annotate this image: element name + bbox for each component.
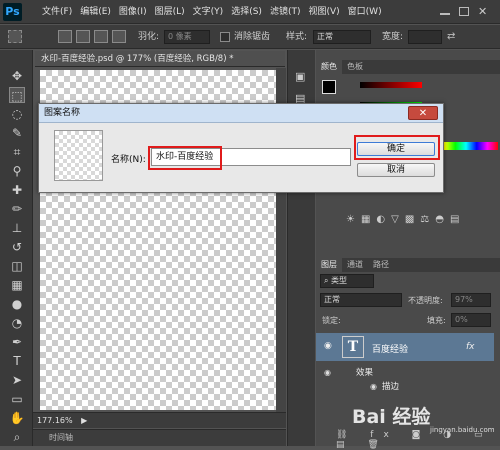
status-arrow-icon[interactable]: ▶ [81, 416, 87, 425]
antialias-label: 消除锯齿 [234, 32, 271, 42]
menu-item[interactable]: 窗口(W) [344, 0, 386, 24]
cancel-button[interactable]: 取消 [357, 163, 435, 177]
search-icon: ⌕ [324, 276, 332, 285]
antialias-checkbox[interactable] [220, 32, 230, 42]
red-slider[interactable] [360, 82, 422, 88]
type-tool-icon[interactable]: T [9, 353, 25, 369]
quick-select-icon[interactable]: ✎ [9, 125, 25, 141]
foreground-color[interactable] [322, 80, 336, 94]
selection-add-icon[interactable] [76, 30, 90, 43]
timeline-bar: 时间轴 [33, 429, 286, 446]
history-icon[interactable]: ▣ [295, 70, 305, 83]
width-label: 宽度: [382, 32, 404, 42]
dialog-title: 图案名称 [39, 104, 443, 123]
watermark-url: jingyan.baidu.com [430, 426, 495, 434]
hand-tool-icon[interactable]: ✋ [9, 410, 25, 426]
adjustments-icons[interactable]: ☀▦◐▽▩⚖◓▤ [346, 210, 466, 250]
selection-new-icon[interactable] [8, 30, 22, 43]
photoshop-logo: Ps [3, 3, 22, 21]
eyedropper-icon[interactable]: ⚲ [9, 163, 25, 179]
effects-eye-icon[interactable]: ◉ [324, 368, 331, 377]
fx-badge: fx [466, 342, 475, 352]
pattern-name-dialog: 图案名称 ✕ 名称(N): 水印-百度经验 确定 取消 [38, 103, 444, 193]
zoom-tool-icon[interactable]: ⌕ [9, 429, 25, 445]
name-label: 名称(N): [111, 155, 146, 165]
menu-item[interactable]: 选择(S) [227, 0, 266, 24]
feather-input[interactable]: 0 像素 [164, 30, 210, 44]
opacity-input[interactable]: 97% [451, 293, 491, 307]
ok-highlight [354, 135, 440, 160]
pattern-thumbnail [54, 130, 103, 181]
close-icon[interactable]: ✕ [408, 106, 438, 120]
visibility-eye-icon[interactable]: ◉ [324, 341, 332, 351]
selection-replace-icon[interactable] [58, 30, 72, 43]
timeline-label[interactable]: 时间轴 [49, 433, 73, 442]
main-menu: 文件(F) 编辑(E) 图像(I) 图层(L) 文字(Y) 选择(S) 滤镜(T) 视图(V)… [38, 0, 386, 24]
swap-icon[interactable]: ⇄ [447, 31, 455, 42]
layers-panel-tabs: 图层 通道 路径 [316, 258, 500, 272]
eraser-tool-icon[interactable]: ◫ [9, 258, 25, 274]
healing-brush-icon[interactable]: ✚ [9, 182, 25, 198]
selection-subtract-icon[interactable] [94, 30, 108, 43]
maximize-button[interactable] [459, 7, 469, 16]
document-tab[interactable]: 水印-百度经验.psd @ 177% (百度经验, RGB/8) * [35, 51, 285, 67]
menu-item[interactable]: 编辑(E) [76, 0, 115, 24]
text-layer-icon: T [342, 336, 364, 358]
feather-label: 羽化: [138, 32, 160, 42]
stroke-label: 描边 [382, 382, 400, 392]
style-select[interactable]: 正常 [313, 30, 371, 44]
tab-color[interactable]: 颜色 [316, 60, 342, 74]
tab-paths[interactable]: 路径 [368, 258, 394, 272]
layer-filter-select[interactable]: ⌕ 类型 [320, 274, 374, 288]
blur-tool-icon[interactable]: ● [9, 296, 25, 312]
close-window-button[interactable]: ✕ [478, 5, 487, 18]
opacity-label: 不透明度: [408, 296, 443, 305]
name-highlight [148, 146, 222, 170]
dodge-tool-icon[interactable]: ◔ [9, 315, 25, 331]
fill-label: 填充: [427, 316, 446, 325]
move-tool-icon[interactable]: ✥ [9, 68, 25, 84]
stroke-eye-icon[interactable]: ◉ [370, 382, 377, 391]
brush-tool-icon[interactable]: ✏ [9, 201, 25, 217]
status-bar: 177.16% ▶ [33, 412, 286, 428]
tab-layers[interactable]: 图层 [316, 258, 342, 272]
menu-item[interactable]: 文字(Y) [189, 0, 228, 24]
menu-item[interactable]: 滤镜(T) [266, 0, 305, 24]
effects-label: 效果 [356, 368, 374, 378]
menu-bar: Ps 文件(F) 编辑(E) 图像(I) 图层(L) 文字(Y) 选择(S) 滤镜(T) 视图… [0, 0, 500, 24]
zoom-level[interactable]: 177.16% [37, 416, 73, 425]
fill-input[interactable]: 0% [451, 313, 491, 327]
layer-name[interactable]: 百度经验 [372, 342, 408, 355]
watermark-logo: Bai 经验 [352, 406, 431, 428]
color-panel-tabs: 颜色 色板 [316, 60, 500, 74]
tab-swatches[interactable]: 色板 [342, 60, 368, 74]
shape-tool-icon[interactable]: ▭ [9, 391, 25, 407]
options-bar: 羽化: 0 像素 消除锯齿 样式: 正常 宽度: ⇄ [0, 25, 500, 49]
toolbox: ✥ ⬚ ◌ ✎ ⌗ ⚲ ✚ ✏ ⊥ ↺ ◫ ▦ ● ◔ ✒ T ➤ ▭ ✋ ⌕ [0, 50, 33, 446]
marquee-tool-icon[interactable]: ⬚ [9, 87, 25, 103]
lasso-tool-icon[interactable]: ◌ [9, 106, 25, 122]
menu-item[interactable]: 图像(I) [115, 0, 151, 24]
path-select-icon[interactable]: ➤ [9, 372, 25, 388]
style-label: 样式: [286, 32, 308, 42]
tab-channels[interactable]: 通道 [342, 258, 368, 272]
menu-item[interactable]: 图层(L) [151, 0, 189, 24]
pen-tool-icon[interactable]: ✒ [9, 334, 25, 350]
minimize-button[interactable] [440, 13, 450, 15]
blend-mode-select[interactable]: 正常 [320, 293, 402, 307]
lock-label: 锁定: [322, 316, 341, 325]
menu-item[interactable]: 文件(F) [38, 0, 76, 24]
menu-item[interactable]: 视图(V) [304, 0, 343, 24]
stamp-tool-icon[interactable]: ⊥ [9, 220, 25, 236]
selection-intersect-icon[interactable] [112, 30, 126, 43]
crop-tool-icon[interactable]: ⌗ [9, 144, 25, 160]
history-brush-icon[interactable]: ↺ [9, 239, 25, 255]
width-input[interactable] [408, 30, 442, 44]
gradient-tool-icon[interactable]: ▦ [9, 277, 25, 293]
